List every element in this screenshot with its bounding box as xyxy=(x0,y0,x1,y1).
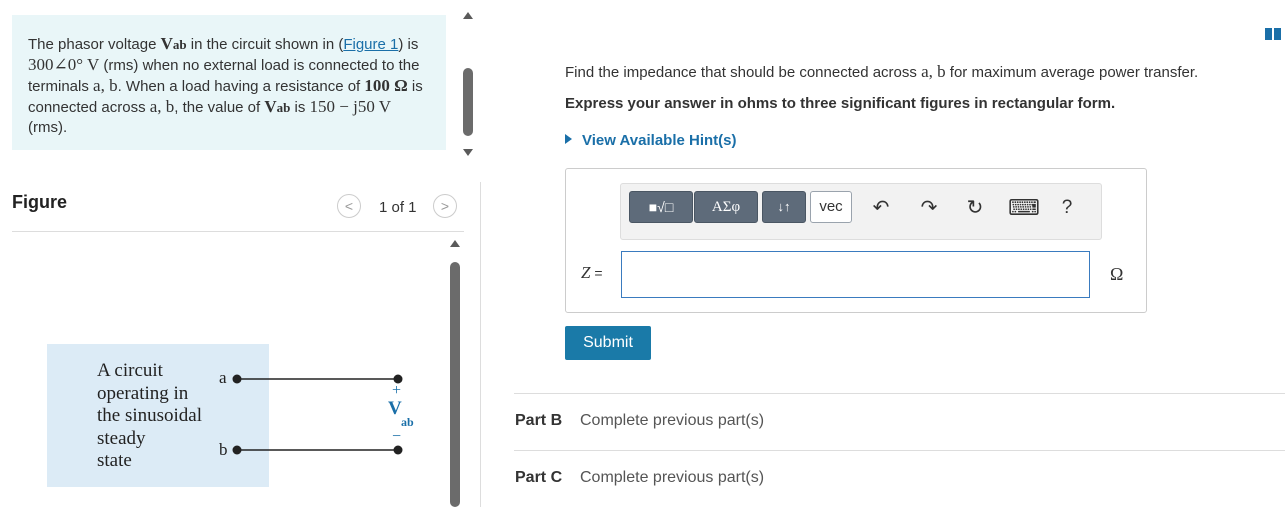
question-text-part: for maximum average power transfer. xyxy=(945,64,1199,81)
terminals: a, b xyxy=(921,62,946,81)
ohm-unit: Ω xyxy=(1110,264,1124,284)
noload-voltage: 300∠0° V xyxy=(28,55,100,74)
equals-sign: = xyxy=(590,265,603,281)
reset-icon[interactable]: ↻ xyxy=(962,195,988,221)
greek-symbols-button[interactable]: ΑΣφ xyxy=(694,191,758,223)
minus-sign: − xyxy=(392,428,402,445)
figure-scrollbar[interactable] xyxy=(450,240,464,507)
problem-text: The phasor voltage xyxy=(28,36,161,53)
scroll-up-arrow-icon[interactable] xyxy=(450,240,460,247)
scroll-down-arrow-icon[interactable] xyxy=(463,149,473,156)
problem-scrollbar[interactable] xyxy=(461,12,475,157)
help-icon[interactable]: ? xyxy=(1054,195,1080,221)
part-label: Part C xyxy=(515,469,563,486)
problem-text: , the value of xyxy=(174,99,265,116)
vab-symbol: V xyxy=(264,97,277,116)
problem-text: in the circuit shown in ( xyxy=(186,36,344,53)
answer-box: ■√□ ΑΣφ ↓↑ vec ↶ ↷ ↻ ⌨ ? Z = Ω xyxy=(565,168,1147,313)
circuit-figure: A circuit operating in the sinusoidal st… xyxy=(12,232,452,507)
terminal-a-node xyxy=(232,374,242,384)
answer-instruction: Express your answer in ohms to three sig… xyxy=(565,95,1116,112)
vec-button[interactable]: vec xyxy=(810,191,852,223)
prev-figure-button[interactable]: < xyxy=(337,194,361,218)
terminals: a, b xyxy=(149,97,175,116)
part-c-row[interactable]: Part C Complete previous part(s) xyxy=(514,450,1285,507)
z-label: Z = xyxy=(581,263,603,283)
redo-icon[interactable]: ↷ xyxy=(916,195,942,221)
view-hints-link[interactable]: View Available Hint(s) xyxy=(565,132,737,149)
vab-figure-label: V xyxy=(388,398,402,419)
math-toolbar: ■√□ ΑΣφ ↓↑ vec ↶ ↷ ↻ ⌨ ? xyxy=(620,183,1102,240)
figure-title: Figure xyxy=(12,192,68,212)
left-pane: The phasor voltage Vab in the circuit sh… xyxy=(0,0,480,507)
resistance-value: 100 Ω xyxy=(364,76,408,95)
vab-subscript: ab xyxy=(276,100,291,115)
pane-divider xyxy=(480,182,481,507)
terminal-b-node xyxy=(232,445,242,455)
problem-statement: The phasor voltage Vab in the circuit sh… xyxy=(12,15,446,150)
problem-text: ) is xyxy=(398,36,419,53)
question-text-part: Find the impedance that should be connec… xyxy=(565,64,922,81)
problem-text: (rms). xyxy=(28,119,68,136)
vab-figure-subscript: ab xyxy=(401,415,414,429)
hint-label: View Available Hint(s) xyxy=(582,132,737,149)
output-b-node xyxy=(393,445,403,455)
undo-icon[interactable]: ↶ xyxy=(868,195,894,221)
load-voltage: 150 − j50 V xyxy=(309,97,392,116)
scroll-thumb[interactable] xyxy=(463,68,473,136)
terminals: a, b xyxy=(93,76,118,95)
part-status: Complete previous part(s) xyxy=(580,469,765,486)
figure-header: Figure < 1 of 1 > xyxy=(12,190,464,232)
arrows-button[interactable]: ↓↑ xyxy=(762,191,806,223)
problem-text: . When a load having a resistance of xyxy=(117,78,365,95)
figure-counter: 1 of 1 xyxy=(379,199,417,216)
submit-button[interactable]: Submit xyxy=(565,326,651,360)
vab-symbol: V xyxy=(160,34,173,53)
keyboard-icon[interactable]: ⌨ xyxy=(1008,195,1040,221)
problem-text: is xyxy=(290,99,310,116)
question-text: Find the impedance that should be connec… xyxy=(565,62,1198,82)
scroll-thumb[interactable] xyxy=(450,262,460,507)
part-b-row[interactable]: Part B Complete previous part(s) xyxy=(514,393,1285,450)
templates-button[interactable]: ■√□ xyxy=(629,191,693,223)
right-pane: Find the impedance that should be connec… xyxy=(500,0,1285,507)
next-figure-button[interactable]: > xyxy=(433,194,457,218)
book-icon[interactable] xyxy=(1265,28,1281,40)
part-status: Complete previous part(s) xyxy=(580,412,765,429)
impedance-answer-input[interactable] xyxy=(621,251,1090,298)
circuit-wires xyxy=(232,374,403,455)
caret-right-icon xyxy=(565,134,572,144)
scroll-up-arrow-icon[interactable] xyxy=(463,12,473,19)
part-label: Part B xyxy=(515,412,563,429)
vab-subscript: ab xyxy=(172,37,187,52)
figure-link[interactable]: Figure 1 xyxy=(343,36,398,53)
